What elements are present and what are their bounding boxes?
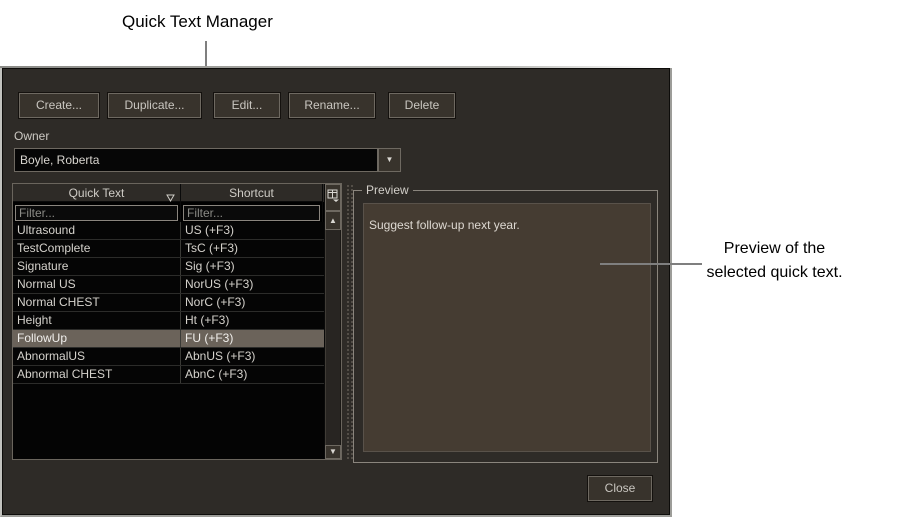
- shortcut-cell: US (+F3): [185, 223, 235, 237]
- shortcut-filter-input[interactable]: [183, 205, 320, 221]
- column-chooser-icon: [327, 189, 340, 206]
- table-row[interactable]: Normal CHEST NorC (+F3): [13, 294, 324, 312]
- delete-button[interactable]: Delete: [388, 92, 456, 119]
- table-header-row: Quick Text Shortcut: [13, 184, 324, 202]
- quick-text-table-panel: Quick Text Shortcut Filter... Filter... …: [12, 183, 342, 460]
- shortcut-cell: NorC (+F3): [185, 295, 246, 309]
- shortcut-cell: AbnC (+F3): [185, 367, 248, 381]
- table-body: Ultrasound US (+F3) TestComplete TsC (+F3) S…: [13, 222, 324, 459]
- scrollbar-track[interactable]: [325, 230, 341, 445]
- arrow-up-icon: ▲: [329, 216, 337, 225]
- arrow-down-icon: ▼: [329, 447, 337, 456]
- column-header-label: Quick Text: [68, 186, 125, 200]
- table-row[interactable]: Normal US NorUS (+F3): [13, 276, 324, 294]
- quick-text-table: Quick Text Shortcut Filter... Filter... …: [13, 184, 324, 459]
- table-row[interactable]: Abnormal CHEST AbnC (+F3): [13, 366, 324, 384]
- column-header-shortcut[interactable]: Shortcut: [181, 184, 323, 202]
- shortcut-cell: AbnUS (+F3): [185, 349, 256, 363]
- quick-text-cell: Height: [13, 312, 181, 329]
- preview-groupbox: Preview Suggest follow-up next year.: [353, 183, 658, 463]
- scroll-down-button[interactable]: ▼: [325, 445, 341, 459]
- create-button[interactable]: Create...: [18, 92, 100, 119]
- table-row[interactable]: AbnormalUS AbnUS (+F3): [13, 348, 324, 366]
- scroll-up-button[interactable]: ▲: [325, 211, 341, 230]
- shortcut-cell: Sig (+F3): [185, 259, 235, 273]
- edit-button[interactable]: Edit...: [213, 92, 281, 119]
- chevron-down-icon: ▼: [385, 155, 394, 164]
- column-header-quick-text[interactable]: Quick Text: [13, 184, 181, 202]
- quick-text-cell: FollowUp: [13, 330, 181, 347]
- table-row[interactable]: FollowUp FU (+F3): [13, 330, 324, 348]
- quick-text-cell: Signature: [13, 258, 181, 275]
- table-scrollbar: ▲ ▼: [324, 184, 341, 459]
- shortcut-cell: TsC (+F3): [185, 241, 239, 255]
- duplicate-button[interactable]: Duplicate...: [107, 92, 202, 119]
- column-header-label: Shortcut: [229, 186, 274, 200]
- quick-text-cell: Abnormal CHEST: [13, 366, 181, 383]
- quick-text-cell: Ultrasound: [13, 222, 181, 239]
- preview-text-area: Suggest follow-up next year.: [363, 203, 651, 452]
- annotation-title: Quick Text Manager: [122, 12, 273, 31]
- quick-text-cell: TestComplete: [13, 240, 181, 257]
- quick-text-filter-input[interactable]: [15, 205, 178, 221]
- shortcut-cell: Ht (+F3): [185, 313, 230, 327]
- quick-text-cell: Normal CHEST: [13, 294, 181, 311]
- quick-text-cell: Normal US: [13, 276, 181, 293]
- filter-cell: [181, 202, 323, 222]
- callout-line-title: [205, 41, 207, 68]
- quick-text-cell: AbnormalUS: [13, 348, 181, 365]
- close-button[interactable]: Close: [587, 475, 653, 502]
- sort-indicator-icon: [166, 189, 175, 207]
- owner-dropdown-button[interactable]: ▼: [378, 148, 401, 172]
- filter-cell: [13, 202, 181, 222]
- shortcut-cell: NorUS (+F3): [185, 277, 254, 291]
- column-chooser-button[interactable]: [325, 184, 341, 211]
- table-row[interactable]: Height Ht (+F3): [13, 312, 324, 330]
- dialog-top-highlight: [0, 66, 672, 68]
- preview-caption: Preview: [362, 183, 413, 197]
- shortcut-cell: FU (+F3): [181, 330, 323, 347]
- rename-button[interactable]: Rename...: [288, 92, 376, 119]
- callout-line-preview: [600, 263, 702, 265]
- table-row[interactable]: Signature Sig (+F3): [13, 258, 324, 276]
- page: Quick Text Manager Preview of the select…: [0, 0, 900, 527]
- owner-combobox[interactable]: Boyle, Roberta: [14, 148, 378, 172]
- table-row[interactable]: TestComplete TsC (+F3): [13, 240, 324, 258]
- table-row[interactable]: Ultrasound US (+F3): [13, 222, 324, 240]
- owner-label: Owner: [14, 129, 50, 143]
- quick-text-manager-dialog: Create... Duplicate... Edit... Rename...…: [0, 66, 672, 517]
- annotation-preview-note: Preview of the selected quick text.: [706, 240, 843, 281]
